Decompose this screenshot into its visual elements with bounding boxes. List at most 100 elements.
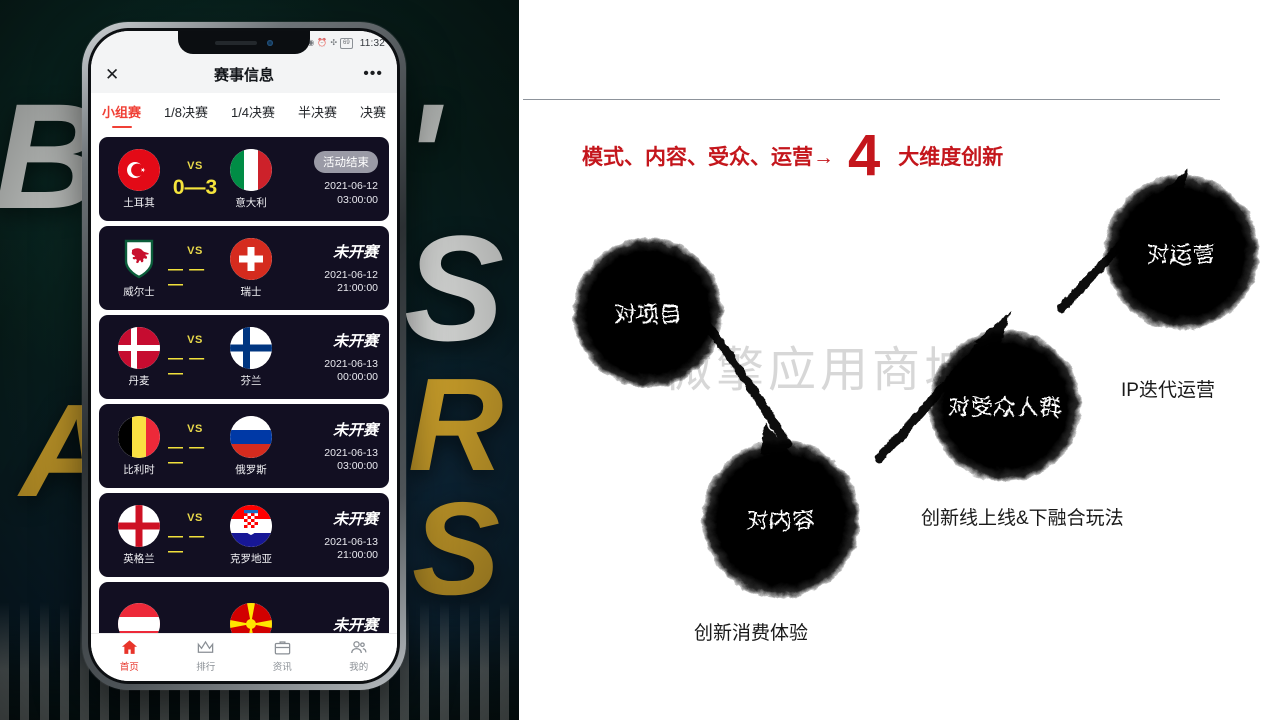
tabbar-item-ranking[interactable]: 排行 xyxy=(196,638,215,673)
phone-notch xyxy=(178,31,310,54)
match-row[interactable]: 土耳其 VS 0—3 意大利 活动结束 2021-06-12 03:00:00 xyxy=(99,137,389,221)
node-caption-operation: IP迭代运营 xyxy=(1121,380,1215,401)
flag-croatia xyxy=(230,504,272,547)
flag-partial-away xyxy=(230,603,272,633)
match-datetime: 2021-06-12 03:00:00 xyxy=(324,180,378,206)
away-team-name: 瑞士 xyxy=(240,285,262,298)
bluetooth-icon: ✣ xyxy=(330,38,338,47)
away-team-name: 俄罗斯 xyxy=(235,463,267,476)
match-date: 2021-06-13 xyxy=(324,357,378,370)
match-score: — — — xyxy=(168,527,206,560)
node-bubble-content[interactable]: 对内容 xyxy=(702,440,860,598)
match-status-block: 未开赛 2021-06-12 21:00:00 xyxy=(324,241,380,295)
match-clock: 03:00:00 xyxy=(337,460,378,472)
match-row[interactable]: 威尔士 VS — — — 瑞士 未开赛 2021-06-12 21:00:00 xyxy=(99,226,389,310)
left-promo-panel: B ' S R S A ⌨ ▁▃▅ ▁▃▅ xyxy=(0,0,519,720)
match-row[interactable]: 比利时 VS — — — 俄罗斯 未开赛 2021-06-13 03:00:00 xyxy=(99,404,389,488)
home-team-name: 丹麦 xyxy=(128,374,150,387)
flag-partial-home xyxy=(118,603,160,633)
match-date: 2021-06-12 xyxy=(324,268,378,281)
match-datetime: 2021-06-13 00:00:00 xyxy=(324,358,378,384)
close-icon[interactable]: ✕ xyxy=(105,66,119,83)
match-clock: 00:00:00 xyxy=(337,371,378,383)
match-center: VS — — — xyxy=(168,245,222,292)
earpiece-speaker xyxy=(215,40,257,45)
match-status-block: 活动结束 2021-06-12 03:00:00 xyxy=(314,151,380,206)
match-date: 2021-06-12 xyxy=(324,180,378,193)
tab-quarter-final[interactable]: 1/4决赛 xyxy=(230,98,276,128)
home-team xyxy=(110,603,168,633)
match-list[interactable]: 土耳其 VS 0—3 意大利 活动结束 2021-06-12 03:00:00 … xyxy=(91,133,397,633)
away-team xyxy=(222,603,280,633)
tab-final[interactable]: 决赛 xyxy=(359,98,387,128)
away-team: 克罗地亚 xyxy=(222,504,280,566)
flag-russia xyxy=(230,415,272,458)
slide-panel: 模式、内容、受众、运营→ 4 大维度创新 微擎应用商城 对项目 对内容 创新消费… xyxy=(519,0,1280,720)
match-center: VS — — — xyxy=(168,334,222,381)
node-label: 对内容 xyxy=(746,508,816,533)
match-center: VS 0—3 xyxy=(168,160,222,198)
crown-icon xyxy=(197,640,214,653)
match-status-block: 未开赛 xyxy=(333,614,380,634)
match-status-block: 未开赛 2021-06-13 03:00:00 xyxy=(324,419,380,473)
slide-title-number: 4 xyxy=(848,122,881,188)
slide-divider xyxy=(523,99,1220,100)
tabbar-label: 首页 xyxy=(119,662,139,673)
flag-italy xyxy=(230,148,272,191)
match-center: VS — — — xyxy=(168,512,222,559)
tabbar-item-home[interactable]: 首页 xyxy=(120,638,139,673)
match-date: 2021-06-13 xyxy=(324,446,378,459)
node-caption-audience: 创新线上线&下融合玩法 xyxy=(921,508,1124,529)
slide-title-lead: 模式、内容、受众、运营→ xyxy=(582,146,834,169)
match-datetime: 2021-06-13 21:00:00 xyxy=(324,536,378,562)
match-clock: 21:00:00 xyxy=(337,282,378,294)
vs-label: VS xyxy=(187,422,203,435)
status-bar-clock: 11:32 xyxy=(359,37,385,49)
home-team-name: 比利时 xyxy=(123,463,155,476)
tab-semi-final[interactable]: 半决赛 xyxy=(297,98,338,128)
flag-switzerland xyxy=(230,237,272,280)
match-datetime: 2021-06-12 21:00:00 xyxy=(324,269,378,295)
node-bubble-audience[interactable]: 对受众人群 xyxy=(929,330,1081,482)
tabbar-item-news[interactable]: 资讯 xyxy=(273,638,292,673)
match-row[interactable]: 英格兰 VS — — — 克罗地亚 未开赛 2021-06-13 21:00:0… xyxy=(99,493,389,577)
status-badge: 活动结束 xyxy=(314,151,378,174)
slide-title-trail: 大维度创新 xyxy=(898,146,1004,169)
node-caption-content: 创新消费体验 xyxy=(694,623,809,644)
home-team: 比利时 xyxy=(110,415,168,477)
battery-icon: 69 xyxy=(340,37,353,49)
alarm-icon: ⏰ xyxy=(317,38,328,47)
match-row[interactable]: 丹麦 VS — — — 芬兰 未开赛 2021-06-13 00:00:00 xyxy=(99,315,389,399)
home-team: 威尔士 xyxy=(110,238,168,299)
flag-belgium xyxy=(118,415,160,458)
user-icon xyxy=(351,641,367,654)
status-badge: 未开赛 xyxy=(332,510,378,528)
flag-turkey xyxy=(118,148,160,191)
flag-finland xyxy=(230,326,272,369)
match-status-block: 未开赛 2021-06-13 21:00:00 xyxy=(324,508,380,562)
screenshot-root: B ' S R S A ⌨ ▁▃▅ ▁▃▅ xyxy=(0,0,1280,720)
home-team: 丹麦 xyxy=(110,326,168,388)
tab-group-stage[interactable]: 小组赛 xyxy=(101,98,142,128)
node-bubble-project[interactable]: 对项目 xyxy=(573,238,723,388)
node-label: 对受众人群 xyxy=(947,395,1063,420)
away-team: 瑞士 xyxy=(222,237,280,299)
match-date: 2021-06-13 xyxy=(324,535,378,548)
node-label: 对项目 xyxy=(613,302,683,327)
node-bubble-operation[interactable]: 对运营 xyxy=(1104,175,1259,330)
phone-screen: ⌨ ▁▃▅ ▁▃▅ ◥ B/s ✉ ↻ ◉ ⏰ ✣ 69 11:32 xyxy=(91,31,397,681)
tabbar-label: 资讯 xyxy=(272,662,292,673)
stage-tabs: 小组赛 1/8决赛 1/4决赛 半决赛 决赛 xyxy=(91,93,397,133)
vs-label: VS xyxy=(187,244,203,257)
match-score: — — — xyxy=(168,260,206,293)
match-row-partial[interactable]: 未开赛 xyxy=(99,582,389,633)
home-team-name: 英格兰 xyxy=(123,552,155,565)
status-badge: 未开赛 xyxy=(332,332,378,350)
tabbar-item-profile[interactable]: 我的 xyxy=(349,638,368,673)
news-icon xyxy=(274,641,290,655)
front-camera xyxy=(267,39,273,46)
home-team-name: 威尔士 xyxy=(123,285,155,298)
home-team: 英格兰 xyxy=(110,504,168,566)
more-dots-icon[interactable]: ••• xyxy=(363,66,383,82)
tab-round-of-16[interactable]: 1/8决赛 xyxy=(163,98,209,128)
